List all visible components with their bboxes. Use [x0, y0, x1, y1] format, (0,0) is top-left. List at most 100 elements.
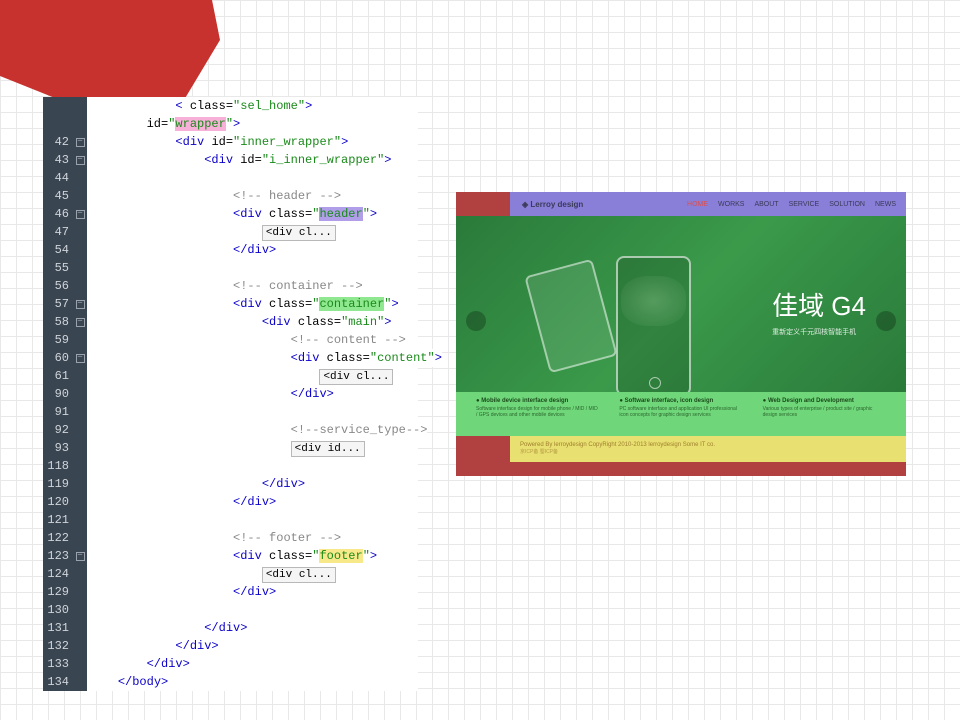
code-line: 118 [43, 457, 418, 475]
line-number: 133 [43, 655, 73, 673]
code-content [87, 169, 418, 187]
code-line: 42 <div id="inner_wrapper"> [43, 133, 418, 151]
code-content [87, 259, 418, 277]
preview-services: ● Mobile device interface designSoftware… [456, 392, 906, 436]
preview-container-overlay: 佳域 G4 重新定义千元四核智能手机 [456, 216, 906, 392]
fold-gutter [73, 565, 87, 583]
line-number: 92 [43, 421, 73, 439]
code-line: id="wrapper"> [43, 115, 418, 133]
preview-footer-overlay: Powered By lerroydesign CopyRight 2010-2… [510, 436, 906, 462]
fold-gutter [73, 367, 87, 385]
fold-gutter [73, 583, 87, 601]
code-content [87, 457, 418, 475]
fold-gutter [73, 205, 87, 223]
fold-gutter [73, 511, 87, 529]
code-line: < class="sel_home"> [43, 97, 418, 115]
preview-nav: HOMEWORKSABOUTSERVICESOLUTIONNEWS [687, 201, 896, 208]
fold-gutter [73, 151, 87, 169]
code-content: </div> [87, 493, 418, 511]
code-content: </div> [87, 655, 418, 673]
fold-gutter [73, 295, 87, 313]
code-line: 43 <div id="i_inner_wrapper"> [43, 151, 418, 169]
fold-gutter [73, 403, 87, 421]
hero-subtitle: 重新定义千元四核智能手机 [772, 327, 866, 337]
line-number: 121 [43, 511, 73, 529]
line-number: 119 [43, 475, 73, 493]
nav-item: SERVICE [789, 201, 820, 208]
code-line: 133 </div> [43, 655, 418, 673]
code-content: <div class="footer"> [87, 547, 418, 565]
code-line: 120 </div> [43, 493, 418, 511]
code-content: < class="sel_home"> [87, 97, 418, 115]
fold-gutter [73, 277, 87, 295]
code-line: 90 </div> [43, 385, 418, 403]
fold-gutter [73, 439, 87, 457]
code-line: 121 [43, 511, 418, 529]
fold-gutter [73, 385, 87, 403]
code-content: <div class="container"> [87, 295, 418, 313]
fold-gutter [73, 97, 87, 115]
fold-gutter [73, 349, 87, 367]
line-number [43, 115, 73, 133]
code-content [87, 511, 418, 529]
fold-gutter [73, 115, 87, 133]
line-number: 56 [43, 277, 73, 295]
code-line: 47 <div cl... [43, 223, 418, 241]
preview-logo: ◈ Lerroy design [522, 200, 583, 209]
line-number: 55 [43, 259, 73, 277]
code-line: 131 </div> [43, 619, 418, 637]
fold-gutter [73, 601, 87, 619]
code-line: 123 <div class="footer"> [43, 547, 418, 565]
code-line: 45 <!-- header --> [43, 187, 418, 205]
code-content: <div class="content"> [87, 349, 442, 367]
line-number: 124 [43, 565, 73, 583]
service-item: ● Web Design and DevelopmentVarious type… [763, 398, 886, 430]
line-number: 132 [43, 637, 73, 655]
line-number: 120 [43, 493, 73, 511]
code-content: <!-- content --> [87, 331, 418, 349]
line-number: 60 [43, 349, 73, 367]
code-content: <!--service_type--> [87, 421, 427, 439]
code-content: </div> [87, 241, 418, 259]
code-content: <!-- header --> [87, 187, 418, 205]
fold-gutter [73, 637, 87, 655]
fold-gutter [73, 673, 87, 691]
fold-gutter [73, 619, 87, 637]
nav-item: WORKS [718, 201, 744, 208]
line-number: 42 [43, 133, 73, 151]
code-content: </div> [87, 637, 418, 655]
code-line: 122 <!-- footer --> [43, 529, 418, 547]
code-content: id="wrapper"> [87, 115, 418, 133]
line-number: 131 [43, 619, 73, 637]
code-content: <div cl... [87, 367, 418, 385]
phone-graphic [524, 259, 617, 374]
code-content: </div> [87, 475, 418, 493]
code-content: </div> [87, 619, 418, 637]
nav-item: ABOUT [754, 201, 778, 208]
code-content: <div id... [87, 439, 418, 457]
code-content: <div class="header"> [87, 205, 418, 223]
code-line: 130 [43, 601, 418, 619]
fold-gutter [73, 223, 87, 241]
code-line: 132 </div> [43, 637, 418, 655]
code-line: 92 <!--service_type--> [43, 421, 418, 439]
fold-gutter [73, 187, 87, 205]
code-line: 61 <div cl... [43, 367, 418, 385]
line-number: 90 [43, 385, 73, 403]
nav-item: NEWS [875, 201, 896, 208]
service-item: ● Software interface, icon designPC soft… [619, 398, 742, 430]
line-number: 47 [43, 223, 73, 241]
code-line: 44 [43, 169, 418, 187]
hero-text: 佳域 G4 重新定义千元四核智能手机 [772, 286, 866, 337]
code-line: 59 <!-- content --> [43, 331, 418, 349]
code-line: 57 <div class="container"> [43, 295, 418, 313]
fold-gutter [73, 313, 87, 331]
fold-gutter [73, 259, 87, 277]
code-content [87, 601, 418, 619]
fold-gutter [73, 547, 87, 565]
code-content: <div id="inner_wrapper"> [87, 133, 418, 151]
line-number: 59 [43, 331, 73, 349]
line-number: 130 [43, 601, 73, 619]
line-number: 58 [43, 313, 73, 331]
code-content: </div> [87, 385, 418, 403]
